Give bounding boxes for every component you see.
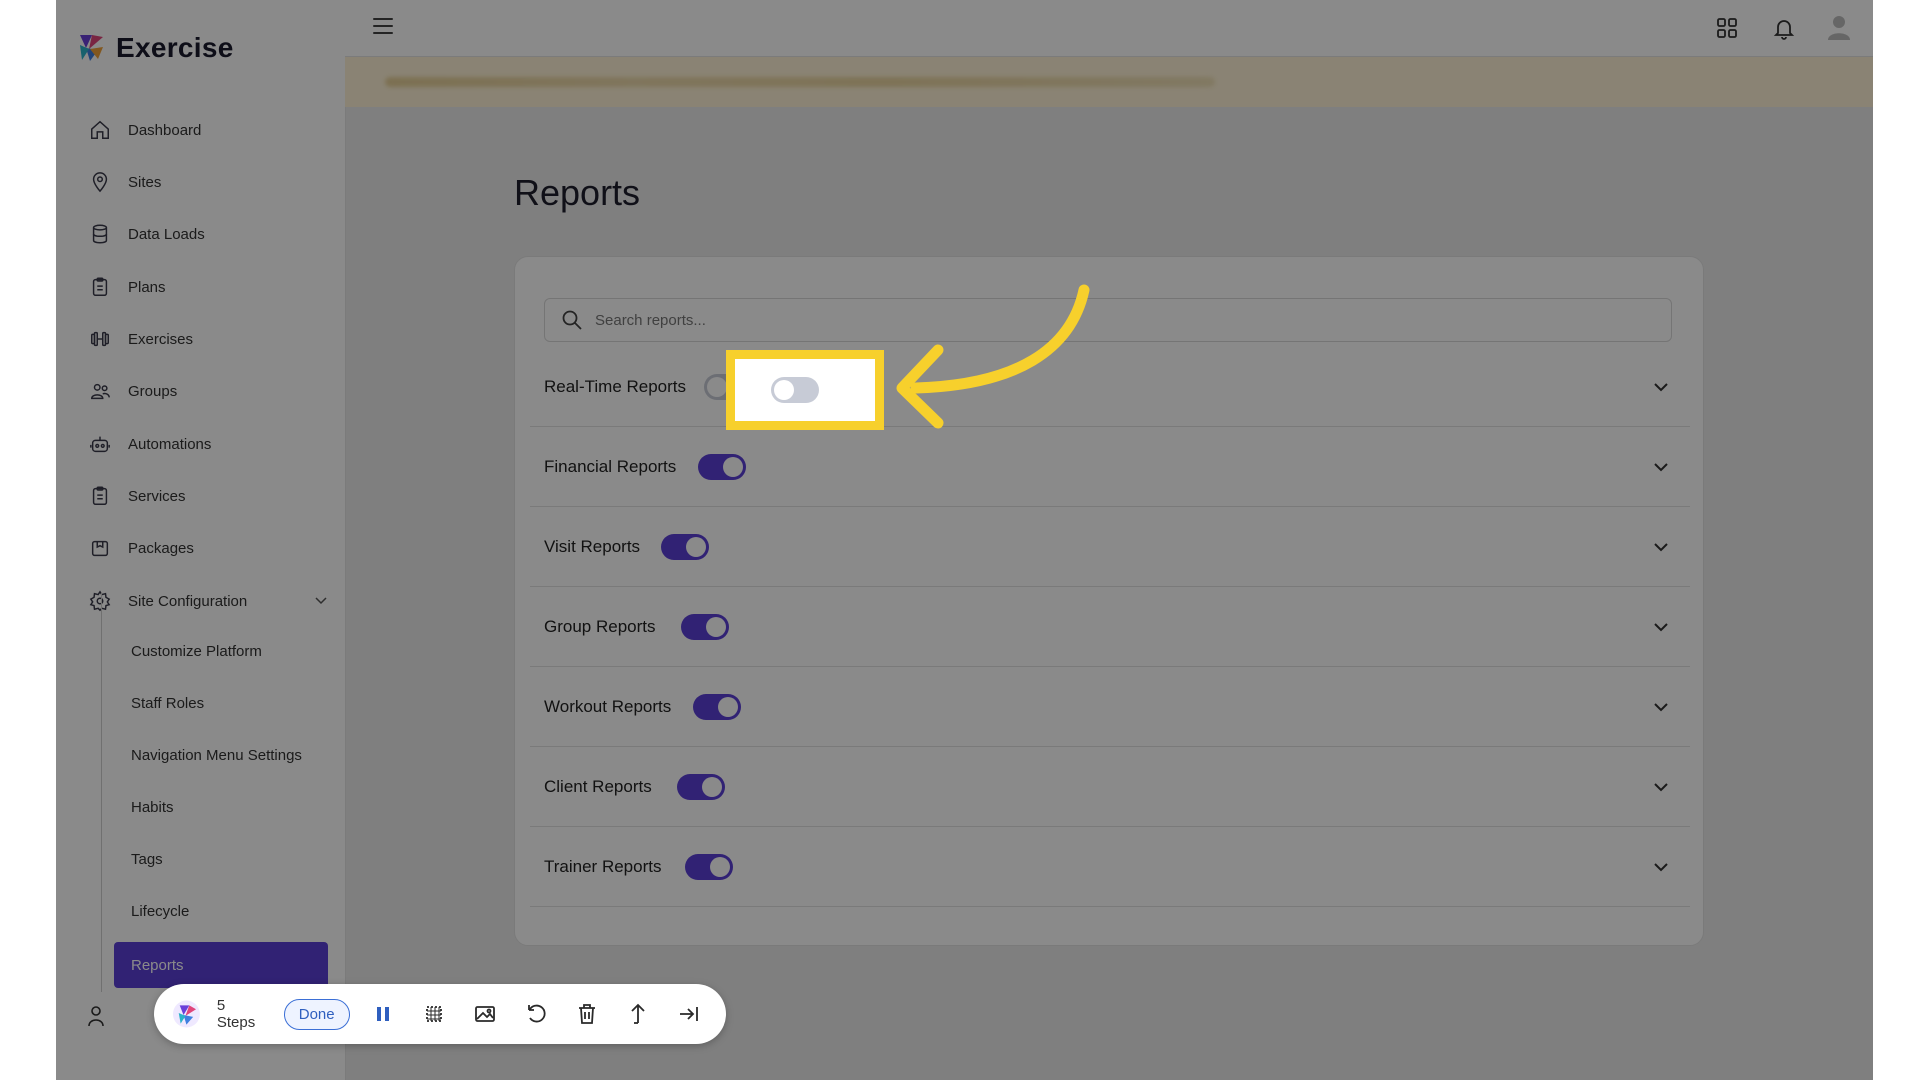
undo-icon[interactable] — [522, 1000, 549, 1028]
trash-icon[interactable] — [573, 1000, 600, 1028]
notice-banner — [345, 57, 1873, 107]
report-row-label: Visit Reports — [544, 537, 640, 557]
sidebar-item-label: Sites — [128, 174, 161, 191]
sidebar-item-dashboard[interactable]: Dashboard — [88, 112, 328, 148]
submenu-divider — [101, 592, 102, 992]
step-highlight[interactable]: Real-Time Reports — [726, 350, 884, 430]
sidebar-item-label: Packages — [128, 540, 194, 557]
report-toggle[interactable] — [693, 694, 741, 720]
report-toggle[interactable] — [661, 534, 709, 560]
sidebar-item-services[interactable]: Services — [88, 478, 328, 514]
report-toggle[interactable] — [698, 454, 746, 480]
sidebar-subitem-lifecycle[interactable]: Lifecycle — [131, 903, 189, 920]
report-toggle[interactable] — [685, 854, 733, 880]
sidebar-item-site-configuration[interactable]: Site Configuration — [88, 583, 328, 619]
report-row-workout[interactable]: Workout Reports — [530, 667, 1690, 747]
report-row-label: Workout Reports — [544, 697, 671, 717]
home-icon — [88, 118, 112, 142]
report-row-label: Real-Time Reports — [544, 377, 686, 397]
users-icon — [88, 379, 112, 403]
avatar[interactable] — [1825, 13, 1853, 41]
report-toggle[interactable] — [681, 614, 729, 640]
image-icon[interactable] — [471, 1000, 498, 1028]
chevron-down-icon[interactable] — [1652, 778, 1670, 796]
report-row-group[interactable]: Group Reports — [530, 587, 1690, 667]
gear-icon — [88, 589, 112, 613]
sidebar-item-label: Exercises — [128, 331, 193, 348]
app-logo[interactable]: Exercise — [76, 32, 234, 64]
report-row-label: Trainer Reports — [544, 857, 661, 877]
dumbbell-icon — [88, 327, 112, 351]
report-row-visit[interactable]: Visit Reports — [530, 507, 1690, 587]
report-row-label: Group Reports — [544, 617, 656, 637]
chevron-down-icon[interactable] — [314, 593, 328, 607]
clipboard-icon — [88, 484, 112, 508]
sidebar-subitem-habits[interactable]: Habits — [131, 799, 174, 816]
chevron-down-icon[interactable] — [1652, 698, 1670, 716]
sidebar-item-label: Dashboard — [128, 122, 201, 139]
top-bar — [345, 0, 1873, 57]
search-box[interactable] — [544, 298, 1672, 342]
sidebar-item-data-loads[interactable]: Data Loads — [88, 216, 328, 252]
logo-icon — [76, 33, 106, 63]
chevron-down-icon[interactable] — [1652, 538, 1670, 556]
database-icon — [88, 222, 112, 246]
report-row-label: Financial Reports — [544, 457, 676, 477]
sidebar-subitem-navigation-menu-settings[interactable]: Navigation Menu Settings — [131, 747, 302, 764]
apps-grid-icon[interactable] — [1715, 16, 1739, 40]
sidebar: Exercise Dashboard Sites Data Loads Plan… — [56, 0, 346, 1080]
report-row-label: Client Reports — [544, 777, 652, 797]
map-pin-icon — [88, 170, 112, 194]
sidebar-item-label: Automations — [128, 436, 211, 453]
menu-icon[interactable] — [373, 18, 393, 36]
sidebar-subitem-tags[interactable]: Tags — [131, 851, 163, 868]
sidebar-item-exercises[interactable]: Exercises — [88, 321, 328, 357]
sidebar-subitem-staff-roles[interactable]: Staff Roles — [131, 695, 204, 712]
page-title: Reports — [514, 172, 640, 214]
user-icon — [86, 1004, 106, 1028]
sidebar-item-label: Plans — [128, 279, 166, 296]
report-row-financial[interactable]: Financial Reports — [530, 427, 1690, 507]
recorder-toolbar: 5 Steps Done — [154, 984, 726, 1044]
clipboard-icon — [88, 275, 112, 299]
sidebar-item-label: Data Loads — [128, 226, 205, 243]
real-time-reports-toggle[interactable] — [771, 377, 819, 403]
sidebar-item-label: Groups — [128, 383, 177, 400]
chevron-down-icon[interactable] — [1652, 618, 1670, 636]
package-icon — [88, 536, 112, 560]
sidebar-item-plans[interactable]: Plans — [88, 269, 328, 305]
sidebar-item-packages[interactable]: Packages — [88, 530, 328, 566]
blur-icon[interactable] — [421, 1000, 448, 1028]
sidebar-subitem-customize-platform[interactable]: Customize Platform — [131, 643, 262, 660]
search-icon — [561, 309, 583, 331]
chevron-down-icon[interactable] — [1652, 858, 1670, 876]
chevron-down-icon[interactable] — [1652, 458, 1670, 476]
app-window: Exercise Dashboard Sites Data Loads Plan… — [56, 0, 1873, 1080]
sidebar-item-sites[interactable]: Sites — [88, 164, 328, 200]
sidebar-item-groups[interactable]: Groups — [88, 373, 328, 409]
sidebar-subitem-reports[interactable]: Reports — [114, 942, 328, 988]
done-button[interactable]: Done — [284, 999, 350, 1030]
pointer-arrow-icon — [876, 280, 1106, 440]
skip-to-end-icon[interactable] — [675, 1000, 702, 1028]
bell-icon[interactable] — [1772, 16, 1796, 40]
report-row-real-time[interactable]: Real-Time Reports — [530, 347, 1690, 427]
sidebar-item-automations[interactable]: Automations — [88, 426, 328, 462]
app-title: Exercise — [116, 32, 234, 64]
report-row-client[interactable]: Client Reports — [530, 747, 1690, 827]
highlighted-row-label: Real-Time Reports — [726, 380, 735, 400]
report-toggle[interactable] — [677, 774, 725, 800]
robot-icon — [88, 432, 112, 456]
sidebar-item-label: Site Configuration — [128, 593, 247, 610]
chevron-down-icon[interactable] — [1652, 378, 1670, 396]
recorder-logo-icon — [172, 999, 201, 1029]
report-row-trainer[interactable]: Trainer Reports — [530, 827, 1690, 907]
pause-icon[interactable] — [370, 1000, 397, 1028]
sidebar-item-label: Services — [128, 488, 186, 505]
upload-icon[interactable] — [624, 1000, 651, 1028]
steps-count: 5 Steps — [217, 997, 266, 1031]
blurred-banner-text — [385, 77, 1215, 87]
